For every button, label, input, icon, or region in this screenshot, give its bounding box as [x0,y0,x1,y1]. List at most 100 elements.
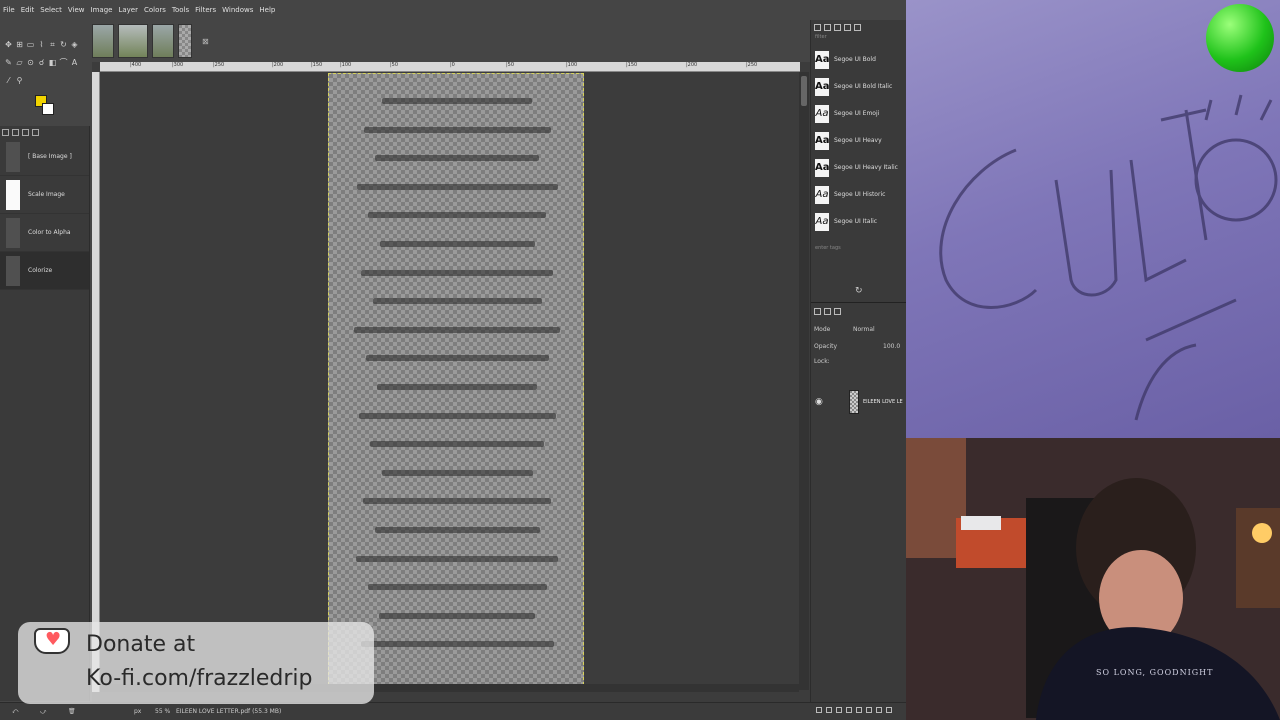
undo-history-tab-icon[interactable] [22,128,29,136]
paintbrush-tool-icon[interactable]: ✎ [4,58,13,67]
layer-name[interactable]: EILEEN LOVE LE [863,399,903,405]
layer-row[interactable]: ◉ EILEEN LOVE LE [811,388,907,416]
pointer-icon[interactable]: ⤺ [12,708,18,716]
channels-tab-icon[interactable] [824,308,831,315]
gradients-tab-icon[interactable] [844,24,851,31]
lasso-tool-icon[interactable]: ⌇ [37,40,46,49]
palettes-tab-icon[interactable] [854,24,861,31]
history-item[interactable]: [ Base Image ] [0,138,89,176]
align-tool-icon[interactable]: ⊞ [15,40,24,49]
menu-help[interactable]: Help [259,6,275,14]
history-item-selected[interactable]: Colorize [0,252,89,290]
history-item-label: Color to Alpha [28,229,71,236]
device-status-tab-icon[interactable] [12,128,19,136]
crop-tool-icon[interactable]: ⌗ [48,40,57,49]
layers-tab-icon[interactable] [814,308,821,315]
donate-line-2[interactable]: Ko-fi.com/frazzledrip [86,666,313,691]
mode-select[interactable]: Normal [853,326,875,333]
new-group-icon[interactable] [826,707,832,713]
menu-layer[interactable]: Layer [118,6,138,14]
clone-tool-icon[interactable]: ⊙ [26,58,35,67]
page-text-line [361,269,553,276]
page-text-line [356,183,558,190]
lower-layer-icon[interactable] [846,707,852,713]
font-name: Segoe UI Bold Italic [834,83,893,90]
font-item[interactable]: Aa Segoe UI Italic [811,208,906,235]
image-tab-4[interactable] [178,24,192,58]
undo-history-dock: [ Base Image ] Scale Image Color to Alph… [0,126,90,701]
font-filter-field[interactable]: filter [811,34,906,46]
zoom-selector[interactable]: 55 % [155,708,170,715]
close-icon[interactable]: ⊠ [202,37,209,46]
tool-options-tab-icon[interactable] [2,128,9,136]
vertical-scrollbar[interactable] [799,72,809,690]
opacity-field[interactable]: 100.0 [883,343,900,350]
font-item[interactable]: Aa Segoe UI Historic [811,181,906,208]
delete-layer-icon[interactable] [886,707,892,713]
refresh-icon[interactable]: ↻ [855,286,863,296]
page-text-line [374,527,540,533]
redo-icon[interactable]: ⤻ [40,708,46,716]
page-text-line [379,612,535,619]
font-item[interactable]: Aa Segoe UI Bold Italic [811,73,906,100]
menu-file[interactable]: File [3,6,15,14]
brushes-tab-icon[interactable] [814,24,821,31]
history-item-label: [ Base Image ] [28,153,72,160]
bucket-tool-icon[interactable]: ◧ [48,58,57,67]
mode-label: Mode [814,326,831,333]
menu-view[interactable]: View [68,6,85,14]
warp-tool-icon[interactable]: ◈ [70,40,79,49]
path-tool-icon[interactable]: ⌒ [59,58,68,67]
vertical-ruler[interactable] [92,72,100,692]
new-layer-icon[interactable] [816,707,822,713]
anchor-layer-icon[interactable] [866,707,872,713]
font-tags-field[interactable]: enter tags [811,245,906,257]
font-item[interactable]: Aa Segoe UI Bold [811,46,906,73]
image-tab-1[interactable] [92,24,114,58]
menu-colors[interactable]: Colors [144,6,166,14]
font-item[interactable]: Aa Segoe UI Emoji [811,100,906,127]
smudge-tool-icon[interactable]: ☌ [37,58,46,67]
menu-edit[interactable]: Edit [21,6,35,14]
rotate-tool-icon[interactable]: ↻ [59,40,68,49]
font-preview-icon: Aa [815,158,830,177]
font-item[interactable]: Aa Segoe UI Heavy [811,127,906,154]
layers-tabs [811,304,844,318]
font-item[interactable]: Aa Segoe UI Heavy Italic [811,154,906,181]
canvas-area[interactable]: |400 |300 |250 |200 |150 |100 |50 |0 |50… [92,62,810,702]
screen: File Edit Select View Image Layer Colors… [0,0,1280,720]
duplicate-layer-icon[interactable] [856,707,862,713]
ruler-tick-label: |0 [450,62,455,68]
fonts-tab-icon[interactable] [834,24,841,31]
mask-layer-icon[interactable] [876,707,882,713]
rect-select-tool-icon[interactable]: ▭ [26,40,35,49]
history-item-label: Colorize [28,267,53,274]
page-text-line [358,412,556,419]
history-item[interactable]: Color to Alpha [0,214,89,252]
images-tab-icon[interactable] [32,128,39,136]
patterns-tab-icon[interactable] [824,24,831,31]
menu-tools[interactable]: Tools [172,6,189,14]
raise-layer-icon[interactable] [836,707,842,713]
visibility-eye-icon[interactable]: ◉ [815,397,825,407]
history-item[interactable]: Scale Image [0,176,89,214]
paths-tab-icon[interactable] [834,308,841,315]
image-tab-2[interactable] [118,24,148,58]
image-canvas[interactable] [328,73,584,685]
move-tool-icon[interactable]: ✥ [4,40,13,49]
donate-banner[interactable]: Donate at Ko-fi.com/frazzledrip [18,622,374,704]
menu-windows[interactable]: Windows [222,6,253,14]
color-picker-tool-icon[interactable]: ⁄ [4,76,13,85]
trash-icon[interactable]: 🗑 [68,708,76,715]
eraser-tool-icon[interactable]: ▱ [15,58,24,67]
text-tool-icon[interactable]: A [70,58,79,67]
menu-image[interactable]: Image [91,6,113,14]
image-tab-3[interactable] [152,24,174,58]
background-color-swatch[interactable] [42,103,54,115]
horizontal-ruler[interactable]: |400 |300 |250 |200 |150 |100 |50 |0 |50… [100,62,800,72]
zoom-tool-icon[interactable]: ⚲ [15,76,24,85]
scrollbar-thumb[interactable] [801,76,807,106]
menu-select[interactable]: Select [40,6,62,14]
menu-filters[interactable]: Filters [195,6,216,14]
unit-selector[interactable]: px [134,708,141,715]
